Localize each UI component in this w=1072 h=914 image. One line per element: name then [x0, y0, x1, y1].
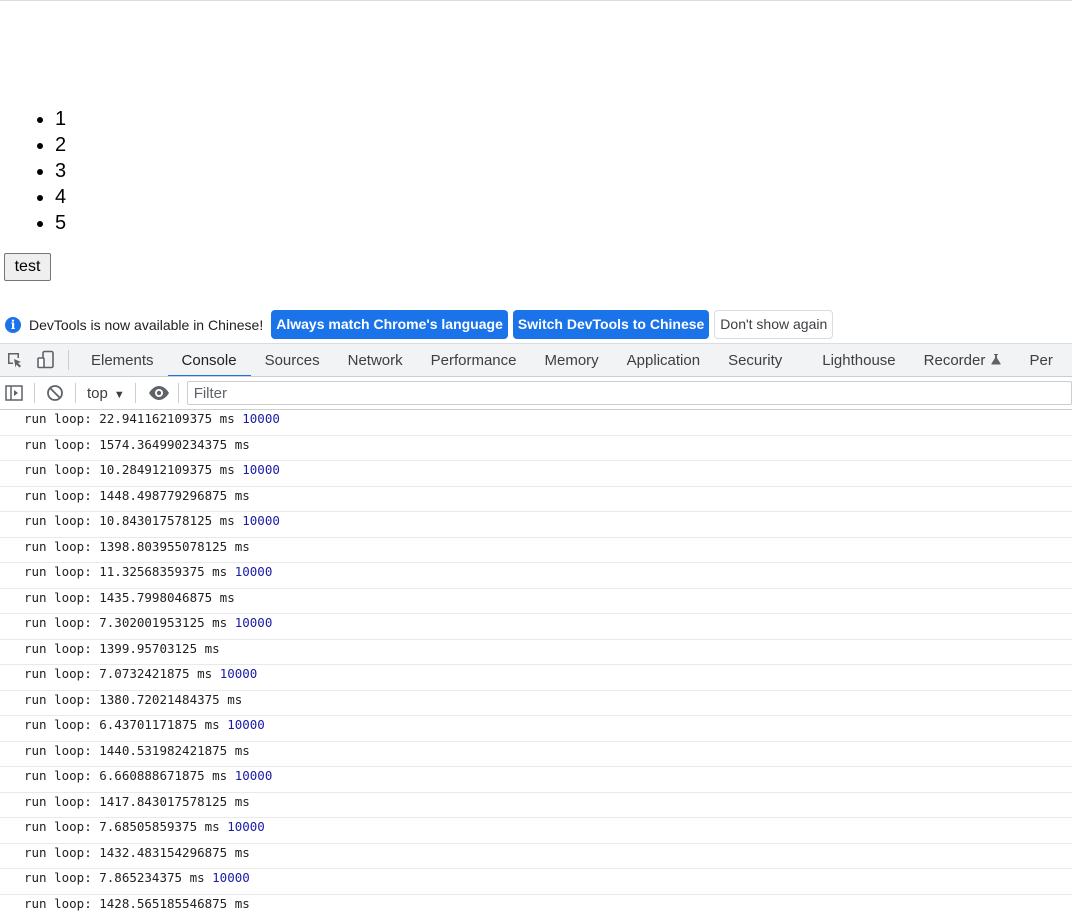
- message-number: 10000: [242, 411, 280, 426]
- always-match-language-button[interactable]: Always match Chrome's language: [271, 310, 508, 339]
- console-message: run loop: 7.68505859375 ms 10000: [0, 818, 1072, 844]
- number-list: 1 2 3 4 5: [16, 106, 66, 236]
- context-selector[interactable]: top ▼: [87, 385, 125, 402]
- tab-application[interactable]: Application: [613, 344, 714, 376]
- message-text: run loop: 11.32568359375 ms: [24, 564, 228, 579]
- console-message: run loop: 1398.803955078125 ms: [0, 538, 1072, 563]
- dont-show-again-button[interactable]: Don't show again: [714, 310, 834, 339]
- console-message: run loop: 1417.843017578125 ms: [0, 793, 1072, 818]
- console-message: run loop: 11.32568359375 ms 10000: [0, 563, 1072, 589]
- message-text: run loop: 1399.95703125 ms: [24, 640, 220, 656]
- message-text: run loop: 1440.531982421875 ms: [24, 742, 250, 758]
- triangle-down-icon: ▼: [113, 388, 125, 401]
- toolbar-divider: [34, 383, 35, 403]
- info-icon: i: [5, 316, 21, 333]
- console-message: run loop: 6.43701171875 ms 10000: [0, 716, 1072, 742]
- list-item: 3: [55, 158, 66, 184]
- console-message: run loop: 7.302001953125 ms 10000: [0, 614, 1072, 640]
- message-text: run loop: 1574.364990234375 ms: [24, 436, 250, 452]
- sidebar-toggle-icon[interactable]: [4, 383, 24, 403]
- flask-icon: [990, 352, 1002, 369]
- console-message: run loop: 1574.364990234375 ms: [0, 436, 1072, 461]
- page-content: 1 2 3 4 5 test: [0, 1, 1072, 307]
- message-text: run loop: 7.302001953125 ms: [24, 615, 228, 630]
- list-item: 1: [55, 106, 66, 132]
- console-message: run loop: 7.0732421875 ms 10000: [0, 665, 1072, 691]
- eye-icon[interactable]: [148, 383, 169, 403]
- device-toolbar-icon[interactable]: [36, 350, 56, 370]
- message-text: run loop: 10.284912109375 ms: [24, 462, 235, 477]
- message-text: run loop: 7.68505859375 ms: [24, 819, 220, 834]
- message-number: 10000: [227, 819, 265, 834]
- message-text: run loop: 1380.72021484375 ms: [24, 691, 243, 707]
- message-text: run loop: 1417.843017578125 ms: [24, 793, 250, 809]
- tab-lighthouse[interactable]: Lighthouse: [808, 344, 909, 376]
- console-message: run loop: 1435.7998046875 ms: [0, 589, 1072, 614]
- message-text: run loop: 1435.7998046875 ms: [24, 589, 235, 605]
- list-item: 4: [55, 184, 66, 210]
- context-selector-value: top: [86, 384, 108, 402]
- message-number: 10000: [234, 564, 273, 579]
- test-button[interactable]: test: [4, 253, 51, 281]
- console-message: run loop: 22.941162109375 ms 10000: [0, 410, 1072, 436]
- message-number: 10000: [242, 513, 280, 528]
- toolbar-divider: [134, 383, 136, 403]
- message-text: run loop: 1428.565185546875 ms: [24, 895, 250, 911]
- message-number: 10000: [219, 666, 258, 681]
- console-message: run loop: 1448.498779296875 ms: [0, 487, 1072, 512]
- message-number: 10000: [227, 717, 265, 732]
- message-text: run loop: 7.865234375 ms: [24, 870, 205, 885]
- message-text: run loop: 6.660888671875 ms: [24, 768, 228, 783]
- message-text: run loop: 7.0732421875 ms: [24, 666, 213, 681]
- console-message: run loop: 1440.531982421875 ms: [0, 742, 1072, 767]
- tab-recorder-label: Recorder: [923, 351, 986, 369]
- console-message: run loop: 1432.483154296875 ms: [0, 844, 1072, 869]
- tab-performance-insights[interactable]: Per: [1016, 344, 1067, 376]
- message-text: run loop: 1448.498779296875 ms: [24, 487, 250, 503]
- message-text: run loop: 10.843017578125 ms: [24, 513, 235, 528]
- list-item: 5: [55, 210, 66, 236]
- tab-elements[interactable]: Elements: [77, 344, 168, 376]
- tab-network[interactable]: Network: [334, 344, 417, 376]
- devtools-tab-bar: Elements Console Sources Network Perform…: [0, 343, 1072, 377]
- tab-recorder[interactable]: Recorder: [910, 344, 1016, 376]
- switch-to-chinese-button[interactable]: Switch DevTools to Chinese: [512, 310, 710, 339]
- inspect-element-icon[interactable]: [5, 350, 25, 370]
- tab-sources[interactable]: Sources: [251, 344, 334, 376]
- message-text: run loop: 6.43701171875 ms: [24, 717, 220, 732]
- message-number: 10000: [234, 768, 273, 783]
- list-item: 2: [55, 132, 66, 158]
- tab-memory[interactable]: Memory: [531, 344, 613, 376]
- console-messages: run loop: 22.941162109375 ms 10000 run l…: [0, 410, 1072, 914]
- message-number: 10000: [212, 870, 250, 885]
- console-message: run loop: 1428.565185546875 ms: [0, 895, 1072, 914]
- tab-security[interactable]: Security: [714, 344, 796, 376]
- toolbar-divider: [68, 350, 69, 370]
- clear-console-icon[interactable]: [45, 383, 65, 403]
- message-number: 10000: [234, 615, 273, 630]
- message-number: 10000: [242, 462, 280, 477]
- toolbar-divider: [177, 383, 179, 403]
- message-text: run loop: 22.941162109375 ms: [24, 411, 235, 426]
- tab-performance[interactable]: Performance: [417, 344, 531, 376]
- devtools-language-infobar: i DevTools is now available in Chinese! …: [0, 307, 1072, 342]
- message-text: run loop: 1432.483154296875 ms: [24, 844, 250, 860]
- filter-input[interactable]: [186, 381, 1072, 405]
- console-message: run loop: 7.865234375 ms 10000: [0, 869, 1072, 895]
- infobar-message: DevTools is now available in Chinese!: [29, 316, 264, 333]
- toolbar-divider: [74, 383, 76, 403]
- console-toolbar: top ▼: [0, 377, 1072, 410]
- console-message: run loop: 1399.95703125 ms: [0, 640, 1072, 665]
- console-message: run loop: 10.843017578125 ms 10000: [0, 512, 1072, 538]
- tab-console[interactable]: Console: [167, 344, 251, 376]
- console-message: run loop: 10.284912109375 ms 10000: [0, 461, 1072, 487]
- message-text: run loop: 1398.803955078125 ms: [24, 538, 250, 554]
- console-message: run loop: 1380.72021484375 ms: [0, 691, 1072, 716]
- console-message: run loop: 6.660888671875 ms 10000: [0, 767, 1072, 793]
